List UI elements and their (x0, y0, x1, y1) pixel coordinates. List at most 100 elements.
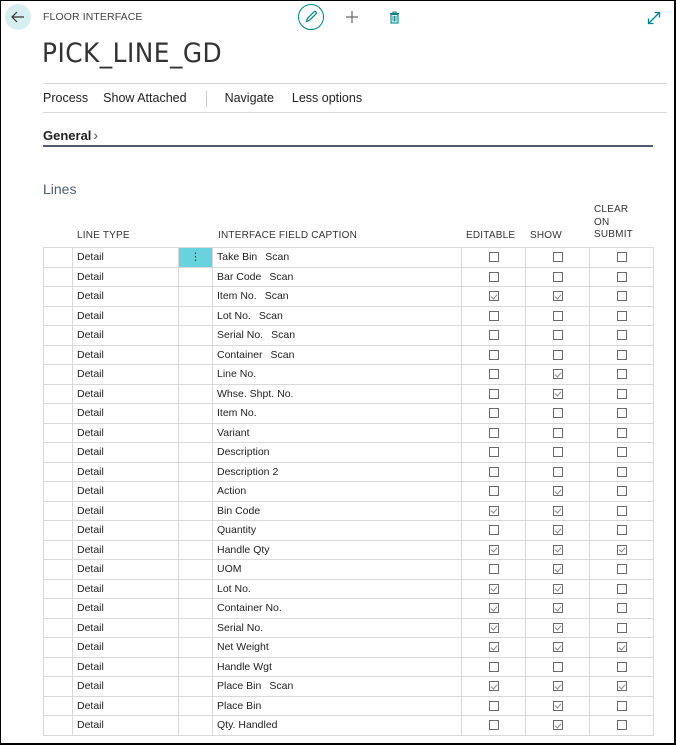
caption-cell[interactable]: Description (212, 442, 462, 463)
row-selector[interactable] (43, 676, 73, 697)
caption-cell[interactable]: Description 2 (212, 461, 462, 482)
row-actions-menu[interactable] (178, 403, 213, 424)
row-selector[interactable] (43, 461, 73, 482)
editable-checkbox[interactable] (488, 486, 499, 497)
editable-checkbox[interactable] (488, 700, 499, 711)
row-selector[interactable] (43, 344, 73, 365)
clear-on-submit-checkbox[interactable] (616, 349, 627, 360)
clear-on-submit-checkbox[interactable] (616, 544, 627, 555)
show-checkbox[interactable] (552, 544, 563, 555)
show-checkbox[interactable] (552, 252, 563, 263)
editable-checkbox[interactable] (488, 310, 499, 321)
clear-on-submit-checkbox[interactable] (616, 603, 627, 614)
editable-checkbox[interactable] (488, 505, 499, 516)
line-type-cell[interactable]: Detail (72, 266, 179, 287)
less-options-button[interactable]: Less options (292, 91, 362, 107)
process-menu[interactable]: Process (43, 91, 88, 107)
row-selector[interactable] (43, 305, 73, 326)
show-checkbox[interactable] (552, 349, 563, 360)
table-row[interactable]: Detail Handle Wgt (43, 656, 654, 677)
caption-cell[interactable]: Quantity (212, 520, 462, 541)
line-type-cell[interactable]: Detail (72, 247, 179, 268)
line-type-cell[interactable]: Detail (72, 695, 179, 716)
clear-on-submit-checkbox[interactable] (616, 427, 627, 438)
row-actions-menu[interactable] (178, 637, 213, 658)
show-checkbox[interactable] (552, 505, 563, 516)
show-checkbox[interactable] (552, 564, 563, 575)
column-header-editable[interactable]: EDITABLE (466, 230, 515, 243)
caption-cell[interactable]: Qty. Handled (212, 715, 462, 736)
show-checkbox[interactable] (552, 720, 563, 731)
editable-checkbox[interactable] (488, 525, 499, 536)
caption-cell[interactable]: Item No. Scan (212, 286, 462, 307)
table-row[interactable]: Detail Item No. Scan (43, 286, 654, 307)
caption-cell[interactable]: Item No. (212, 403, 462, 424)
caption-cell[interactable]: Lot No. Scan (212, 305, 462, 326)
line-type-cell[interactable]: Detail (72, 403, 179, 424)
caption-cell[interactable]: Bin Code (212, 500, 462, 521)
editable-checkbox[interactable] (488, 349, 499, 360)
row-selector[interactable] (43, 598, 73, 619)
row-selector[interactable] (43, 715, 73, 736)
table-row[interactable]: Detail Place Bin (43, 695, 654, 716)
caption-cell[interactable]: Action (212, 481, 462, 502)
clear-on-submit-checkbox[interactable] (616, 622, 627, 633)
caption-cell[interactable]: Lot No. (212, 578, 462, 599)
table-row[interactable]: Detail Quantity (43, 520, 654, 541)
show-checkbox[interactable] (552, 427, 563, 438)
line-type-cell[interactable]: Detail (72, 305, 179, 326)
show-checkbox[interactable] (552, 466, 563, 477)
line-type-cell[interactable]: Detail (72, 539, 179, 560)
line-type-cell[interactable]: Detail (72, 286, 179, 307)
line-type-cell[interactable]: Detail (72, 715, 179, 736)
row-actions-menu[interactable] (178, 676, 213, 697)
show-checkbox[interactable] (552, 388, 563, 399)
row-actions-menu[interactable] (178, 325, 213, 346)
row-actions-menu[interactable] (178, 598, 213, 619)
caption-cell[interactable]: Handle Wgt (212, 656, 462, 677)
line-type-cell[interactable]: Detail (72, 559, 179, 580)
show-checkbox[interactable] (552, 271, 563, 282)
row-selector[interactable] (43, 539, 73, 560)
row-selector[interactable] (43, 383, 73, 404)
line-type-cell[interactable]: Detail (72, 383, 179, 404)
row-actions-menu[interactable] (178, 500, 213, 521)
row-actions-menu[interactable] (178, 461, 213, 482)
table-row[interactable]: Detail Line No. (43, 364, 654, 385)
editable-checkbox[interactable] (488, 427, 499, 438)
row-actions-menu[interactable] (178, 442, 213, 463)
editable-checkbox[interactable] (488, 466, 499, 477)
column-header-clear-on-submit[interactable]: CLEAR ON SUBMIT (594, 204, 633, 242)
column-header-caption[interactable]: INTERFACE FIELD CAPTION (218, 230, 357, 243)
editable-checkbox[interactable] (488, 408, 499, 419)
row-actions-menu[interactable] (178, 422, 213, 443)
caption-cell[interactable]: Serial No. (212, 617, 462, 638)
clear-on-submit-checkbox[interactable] (616, 271, 627, 282)
row-selector[interactable] (43, 578, 73, 599)
clear-on-submit-checkbox[interactable] (616, 310, 627, 321)
caption-cell[interactable]: UOM (212, 559, 462, 580)
delete-button[interactable] (387, 8, 401, 26)
row-actions-menu[interactable] (178, 695, 213, 716)
row-actions-menu[interactable] (178, 539, 213, 560)
editable-checkbox[interactable] (488, 369, 499, 380)
clear-on-submit-checkbox[interactable] (616, 486, 627, 497)
editable-checkbox[interactable] (488, 252, 499, 263)
table-row[interactable]: Detail Lot No. Scan (43, 305, 654, 326)
row-selector[interactable] (43, 656, 73, 677)
editable-checkbox[interactable] (488, 622, 499, 633)
caption-cell[interactable]: Handle Qty (212, 539, 462, 560)
editable-checkbox[interactable] (488, 544, 499, 555)
editable-checkbox[interactable] (488, 603, 499, 614)
column-header-show[interactable]: SHOW (530, 230, 562, 243)
show-checkbox[interactable] (552, 603, 563, 614)
clear-on-submit-checkbox[interactable] (616, 252, 627, 263)
row-selector[interactable] (43, 266, 73, 287)
table-row[interactable]: Detail ⋮ Take Bin Scan (43, 247, 654, 268)
editable-checkbox[interactable] (488, 681, 499, 692)
line-type-cell[interactable]: Detail (72, 364, 179, 385)
clear-on-submit-checkbox[interactable] (616, 330, 627, 341)
line-type-cell[interactable]: Detail (72, 422, 179, 443)
row-actions-menu[interactable] (178, 715, 213, 736)
clear-on-submit-checkbox[interactable] (616, 564, 627, 575)
